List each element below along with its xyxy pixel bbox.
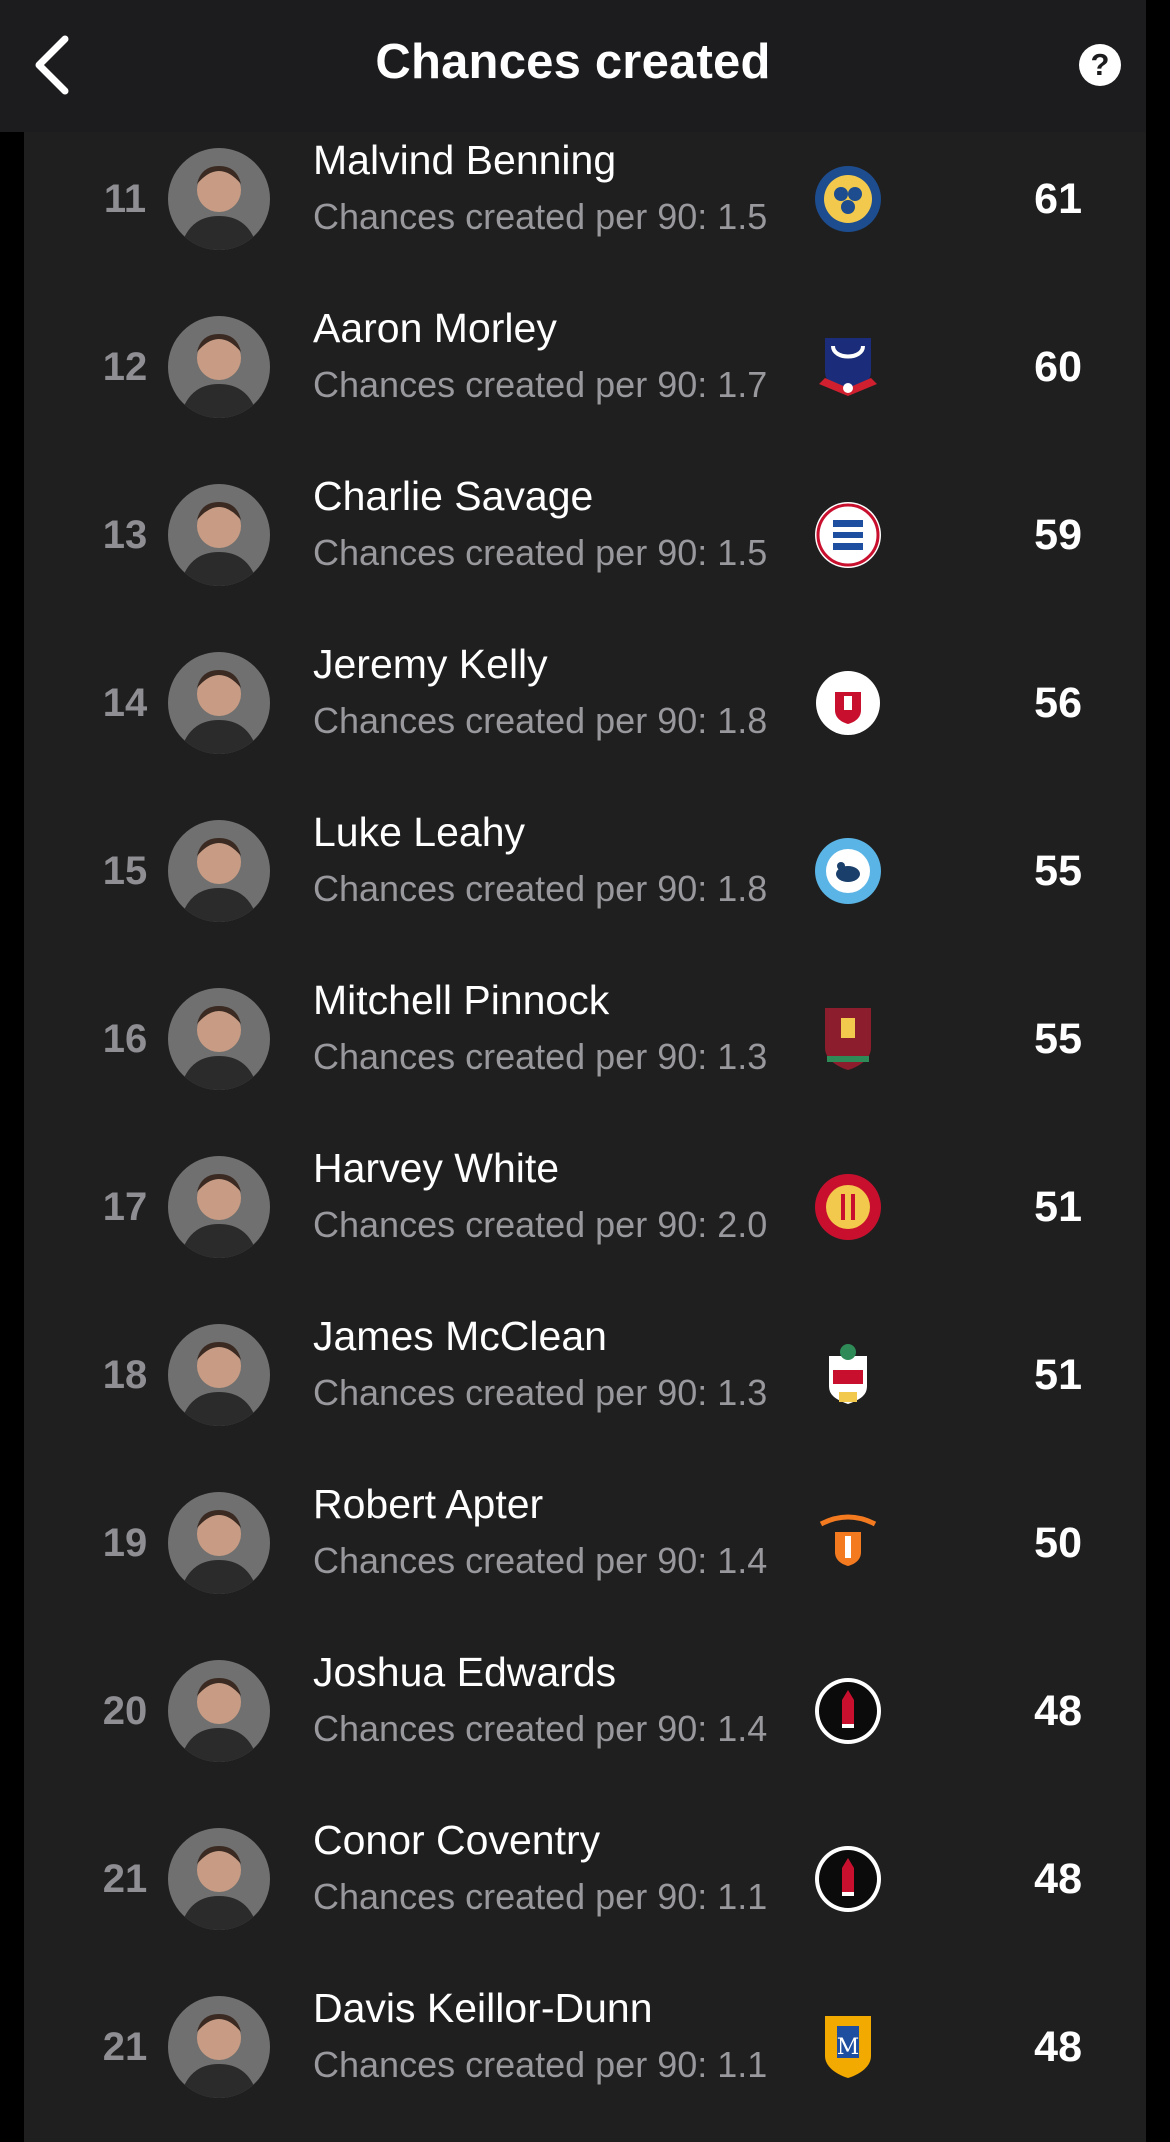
player-total-value: 59 <box>1034 510 1082 559</box>
player-stat-per-90: Chances created per 90: 1.5 <box>313 196 768 237</box>
player-rank: 21 <box>102 2024 148 2069</box>
player-avatar <box>168 316 270 418</box>
player-rank: 17 <box>102 1184 148 1229</box>
player-avatar <box>168 484 270 586</box>
player-row[interactable]: 21 Davis Keillor-Dunn Chances created per … <box>24 1963 1146 2131</box>
player-total-value: 55 <box>1034 1014 1082 1063</box>
question-mark-icon: ? <box>1090 47 1110 82</box>
player-avatar <box>168 1828 270 1930</box>
mansfield-town-crest-icon: M <box>812 2011 884 2083</box>
player-name: Davis Keillor-Dunn <box>313 1985 653 2031</box>
player-total-value: 61 <box>1034 174 1082 223</box>
page-title: Chances created <box>375 35 771 89</box>
player-total-value: 51 <box>1034 1182 1082 1231</box>
player-total-value: 48 <box>1034 1854 1082 1903</box>
player-avatar <box>168 1660 270 1762</box>
player-rank: 12 <box>102 344 148 389</box>
player-rank: 19 <box>102 1520 148 1565</box>
crawley-town-crest-icon <box>812 667 884 739</box>
player-stat-per-90: Chances created per 90: 1.8 <box>313 700 768 741</box>
wrexham-crest-icon <box>812 1339 884 1411</box>
player-row[interactable]: 13 Charlie Savage Chances created per 90: … <box>24 451 1146 619</box>
player-name: James McClean <box>313 1313 607 1359</box>
player-row[interactable]: 14 Jeremy Kelly Chances created per 90: 1.… <box>24 619 1146 787</box>
player-row[interactable]: 20 Joshua Edwards Chances created per 90: … <box>24 1627 1146 1795</box>
player-avatar <box>168 148 270 250</box>
player-stat-per-90: Chances created per 90: 1.8 <box>313 868 768 909</box>
player-stat-per-90: Chances created per 90: 1.1 <box>313 2044 768 2085</box>
player-total-value: 51 <box>1034 1350 1082 1399</box>
player-name: Luke Leahy <box>313 809 526 855</box>
blackpool-crest-icon <box>812 1507 884 1579</box>
player-avatar <box>168 820 270 922</box>
stevenage-crest-icon <box>812 1171 884 1243</box>
player-total-value: 50 <box>1034 1518 1082 1567</box>
player-rank: 16 <box>102 1016 148 1061</box>
svg-text:M: M <box>837 2035 860 2060</box>
player-stat-per-90: Chances created per 90: 1.5 <box>313 532 768 573</box>
player-total-value: 60 <box>1034 342 1082 391</box>
help-button[interactable]: ? <box>1079 44 1121 86</box>
player-name: Mitchell Pinnock <box>313 977 610 1023</box>
player-stat-per-90: Chances created per 90: 1.3 <box>313 1372 768 1413</box>
player-rank: 15 <box>102 848 148 893</box>
player-stat-per-90: Chances created per 90: 1.7 <box>313 364 768 405</box>
player-avatar <box>168 1492 270 1594</box>
player-row[interactable]: 21 Conor Coventry Chances created per 90: … <box>24 1795 1146 1963</box>
player-avatar <box>168 1324 270 1426</box>
player-stat-per-90: Chances created per 90: 1.4 <box>313 1540 768 1581</box>
player-avatar <box>168 652 270 754</box>
player-name: Malvind Benning <box>313 137 617 183</box>
wycombe-wanderers-crest-icon <box>812 835 884 907</box>
player-row[interactable]: 15 Luke Leahy Chances created per 90: 1.8 5… <box>24 787 1146 955</box>
player-total-value: 55 <box>1034 846 1082 895</box>
player-rank: 14 <box>102 680 148 725</box>
player-stat-per-90: Chances created per 90: 1.1 <box>313 1876 768 1917</box>
charlton-athletic-crest-icon <box>812 1843 884 1915</box>
player-name: Charlie Savage <box>313 473 594 519</box>
player-row[interactable]: 18 James McClean Chances created per 90: 1… <box>24 1291 1146 1459</box>
player-name: Harvey White <box>313 1145 560 1191</box>
player-row[interactable]: 12 Aaron Morley Chances created per 90: 1.… <box>24 283 1146 451</box>
player-rank: 20 <box>102 1688 148 1733</box>
player-row[interactable]: 16 Mitchell Pinnock Chances created per 90… <box>24 955 1146 1123</box>
player-name: Robert Apter <box>313 1481 544 1527</box>
player-rank: 21 <box>102 1856 148 1901</box>
player-avatar <box>168 1996 270 2098</box>
player-rank: 11 <box>103 176 147 221</box>
reading-crest-icon <box>812 499 884 571</box>
player-avatar <box>168 1156 270 1258</box>
player-total-value: 56 <box>1034 678 1082 727</box>
player-name: Jeremy Kelly <box>313 641 548 687</box>
player-avatar <box>168 988 270 1090</box>
player-stat-per-90: Chances created per 90: 1.4 <box>313 1708 768 1749</box>
player-total-value: 48 <box>1034 2022 1082 2071</box>
player-row[interactable]: 17 Harvey White Chances created per 90: 2.… <box>24 1123 1146 1291</box>
player-total-value: 48 <box>1034 1686 1082 1735</box>
bolton-wanderers-crest-icon <box>812 331 884 403</box>
player-stat-per-90: Chances created per 90: 1.3 <box>313 1036 768 1077</box>
shrewsbury-town-crest-icon <box>812 163 884 235</box>
player-rank: 18 <box>102 1352 148 1397</box>
player-name: Joshua Edwards <box>313 1649 617 1695</box>
player-row[interactable]: 11 Malvind Benning Chances created per 90:… <box>24 115 1146 283</box>
northampton-town-crest-icon <box>812 1003 884 1075</box>
player-rank: 13 <box>102 512 148 557</box>
charlton-athletic-crest-icon <box>812 1675 884 1747</box>
player-stat-per-90: Chances created per 90: 2.0 <box>313 1204 768 1245</box>
player-name: Conor Coventry <box>313 1817 601 1863</box>
player-row[interactable]: 19 Robert Apter Chances created per 90: 1.… <box>24 1459 1146 1627</box>
top-nav-bar: Chances created ? <box>0 0 1146 132</box>
player-name: Aaron Morley <box>313 305 557 351</box>
